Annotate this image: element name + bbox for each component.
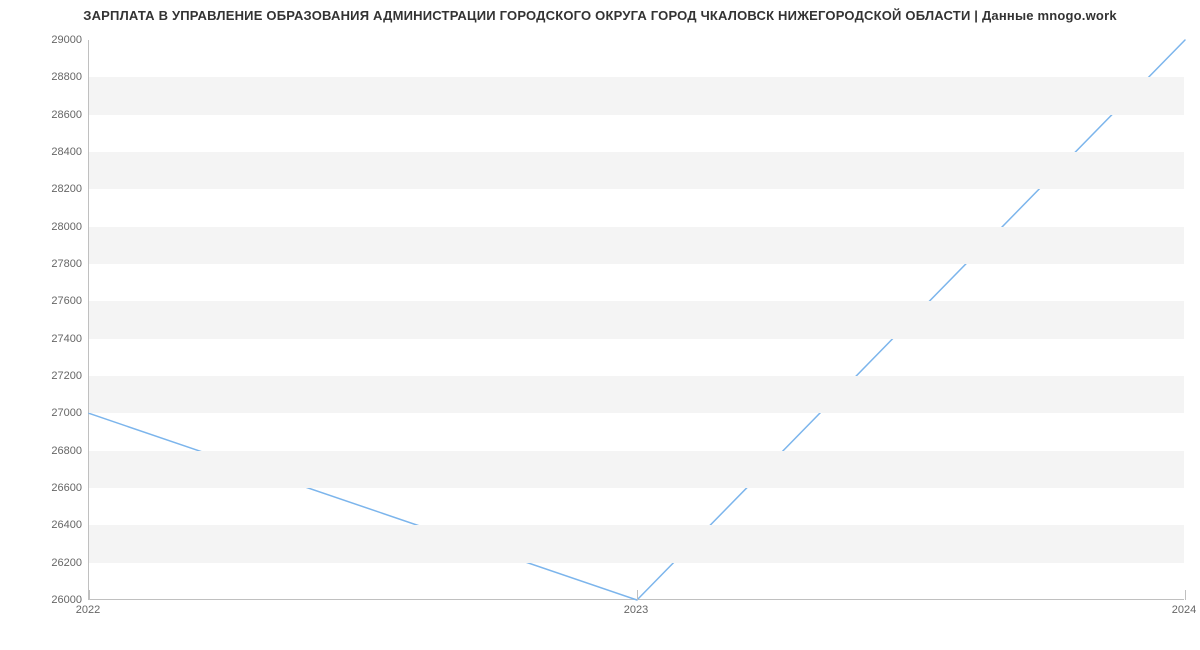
- chart-title: ЗАРПЛАТА В УПРАВЛЕНИЕ ОБРАЗОВАНИЯ АДМИНИ…: [0, 8, 1200, 23]
- y-tick-label: 29000: [51, 34, 82, 46]
- y-tick-label: 27600: [51, 295, 82, 307]
- grid-band: [89, 376, 1184, 413]
- y-tick-label: 26800: [51, 445, 82, 457]
- grid-band: [89, 152, 1184, 189]
- chart-container: ЗАРПЛАТА В УПРАВЛЕНИЕ ОБРАЗОВАНИЯ АДМИНИ…: [0, 0, 1200, 650]
- y-tick-label: 28400: [51, 146, 82, 158]
- x-tick-label: 2024: [1172, 604, 1196, 616]
- x-tick-mark: [637, 590, 638, 600]
- y-tick-label: 28000: [51, 221, 82, 233]
- y-tick-label: 27800: [51, 258, 82, 270]
- grid-band: [89, 301, 1184, 338]
- y-tick-label: 27400: [51, 333, 82, 345]
- y-tick-label: 28800: [51, 71, 82, 83]
- plot-area: [88, 40, 1184, 600]
- y-tick-label: 26200: [51, 557, 82, 569]
- y-tick-label: 26600: [51, 482, 82, 494]
- y-tick-label: 28600: [51, 109, 82, 121]
- y-tick-label: 27000: [51, 407, 82, 419]
- x-tick-label: 2022: [76, 604, 100, 616]
- y-tick-label: 26400: [51, 519, 82, 531]
- y-tick-label: 27200: [51, 370, 82, 382]
- x-tick-mark: [89, 590, 90, 600]
- x-tick-label: 2023: [624, 604, 648, 616]
- grid-band: [89, 227, 1184, 264]
- grid-band: [89, 525, 1184, 562]
- grid-band: [89, 77, 1184, 114]
- grid-band: [89, 451, 1184, 488]
- x-tick-mark: [1185, 590, 1186, 600]
- y-tick-label: 28200: [51, 183, 82, 195]
